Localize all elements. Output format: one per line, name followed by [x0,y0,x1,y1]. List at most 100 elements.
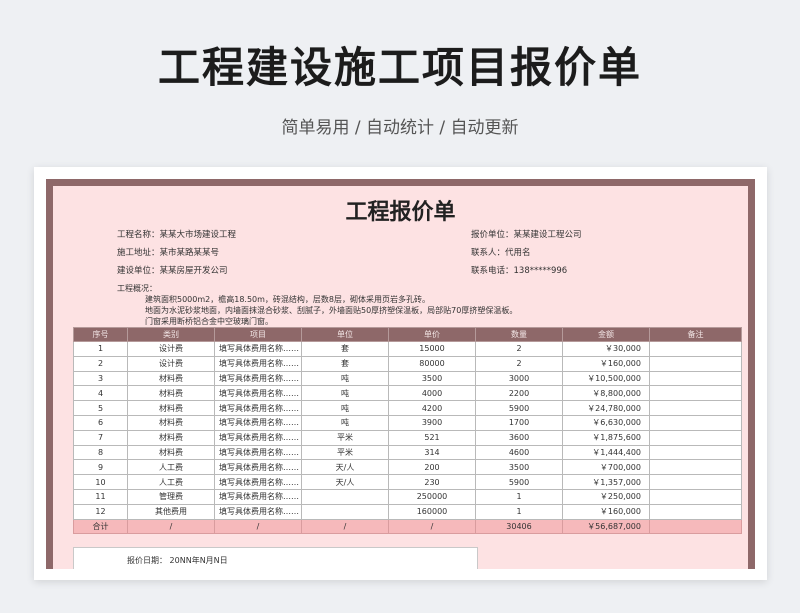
overview-line: 地面为水泥砂浆地面，内墙面抹混合砂浆、刮腻子，外墙面贴50厚挤塑保温板，局部贴7… [145,306,518,315]
column-header: 项目 [214,327,302,342]
table-row: 1 设计费 填写具体费用名称…… 套 15000 2 ￥30,000 [73,341,742,357]
quote-sheet: 工程报价单 工程名称：某某大市场建设工程 施工地址：某市某路某某号 建设单位：某… [46,179,755,569]
table-cell [649,518,742,535]
table-row: 2 设计费 填写具体费用名称…… 套 80000 2 ￥160,000 [73,355,742,372]
info-contact-person: 联系人：代用名 [471,248,531,258]
table-cell: / [127,518,215,535]
column-header: 单价 [388,327,476,342]
table-cell: 1 [475,503,563,520]
table-cell: 天/人 [301,459,389,476]
table-cell [649,400,742,416]
column-header: 序号 [73,327,128,342]
table-cell: ￥160,000 [562,503,650,520]
table-cell: 填写具体费用名称…… [214,414,302,431]
table-cell: 套 [301,341,389,357]
table-cell: 8 [73,444,128,461]
table-cell: 填写具体费用名称…… [214,400,302,416]
table-cell: / [214,518,302,535]
table-cell: 160000 [388,503,476,520]
table-cell: ￥1,444,400 [562,444,650,461]
table-cell: 11 [73,488,128,505]
table-cell: 吨 [301,400,389,416]
table-cell: 材料费 [127,429,215,446]
table-cell: ￥10,500,000 [562,370,650,387]
table-cell: 15000 [388,341,476,357]
table-cell: ￥30,000 [562,341,650,357]
column-header: 备注 [649,327,742,342]
table-cell [301,503,389,520]
table-cell: 9 [73,459,128,476]
table-row: 3 材料费 填写具体费用名称…… 吨 3500 3000 ￥10,500,000 [73,370,742,387]
table-cell: 3500 [388,370,476,387]
table-cell: 管理费 [127,488,215,505]
table-row: 9 人工费 填写具体费用名称…… 天/人 200 3500 ￥700,000 [73,459,742,476]
table-cell: ￥160,000 [562,355,650,372]
table-cell: 2 [73,355,128,372]
table-cell [649,370,742,387]
table-cell: 填写具体费用名称…… [214,444,302,461]
table-row: 4 材料费 填写具体费用名称…… 吨 4000 2200 ￥8,800,000 [73,385,742,402]
table-cell: 314 [388,444,476,461]
table-cell: 30406 [475,518,563,535]
table-cell: 材料费 [127,370,215,387]
table-cell: 6 [73,414,128,431]
table-cell: 2 [475,341,563,357]
table-cell: 230 [388,474,476,490]
table-cell: 套 [301,355,389,372]
table-cell: 4600 [475,444,563,461]
table-cell: 填写具体费用名称…… [214,429,302,446]
table-cell: 3600 [475,429,563,446]
table-cell: ￥1,357,000 [562,474,650,490]
table-header-row: 序号 类别 项目 单位 单价 数量 金额 备注 [73,327,742,342]
table-cell: 4200 [388,400,476,416]
info-developer: 建设单位：某某房屋开发公司 [117,266,228,276]
table-cell: / [301,518,389,535]
table-cell: / [388,518,476,535]
table-cell [649,474,742,490]
table-cell: 人工费 [127,459,215,476]
table-cell [649,429,742,446]
table-cell: ￥24,780,000 [562,400,650,416]
table-cell: 人工费 [127,474,215,490]
table-cell: 521 [388,429,476,446]
table-cell: 1700 [475,414,563,431]
table-cell: 平米 [301,444,389,461]
table-cell: 2200 [475,385,563,402]
table-cell: 3500 [475,459,563,476]
table-cell: 12 [73,503,128,520]
table-cell: 5 [73,400,128,416]
info-site-address: 施工地址：某市某路某某号 [117,248,220,258]
table-cell: ￥6,630,000 [562,414,650,431]
table-cell: ￥250,000 [562,488,650,505]
table-cell: 3900 [388,414,476,431]
table-cell [649,341,742,357]
table-cell: 吨 [301,414,389,431]
table-cell: ￥700,000 [562,459,650,476]
table-cell: 天/人 [301,474,389,490]
total-row: 合计 / / / / 30406 ￥56,687,000 [73,518,742,535]
table-row: 7 材料费 填写具体费用名称…… 平米 521 3600 ￥1,875,600 [73,429,742,446]
column-header: 类别 [127,327,215,342]
info-quoting-company: 报价单位：某某建设工程公司 [471,230,582,240]
table-cell [649,444,742,461]
table-cell: 设计费 [127,355,215,372]
overview-line: 建筑面积5000m2，檐高18.50m，砖混结构，层数8层，砌体采用页岩多孔砖。 [145,295,431,304]
table-cell: 材料费 [127,385,215,402]
overview-label: 工程概况： [117,284,157,293]
column-header: 金额 [562,327,650,342]
quote-date: 报价日期： 20NN年N月N日 [127,556,228,565]
table-cell: 合计 [73,518,128,535]
document-card: 工程报价单 工程名称：某某大市场建设工程 施工地址：某市某路某某号 建设单位：某… [34,167,767,580]
table-cell: 填写具体费用名称…… [214,503,302,520]
table-cell: 填写具体费用名称…… [214,474,302,490]
table-cell: 设计费 [127,341,215,357]
column-header: 单位 [301,327,389,342]
info-contact-phone: 联系电话：138*****996 [471,266,568,276]
table-row: 10 人工费 填写具体费用名称…… 天/人 230 5900 ￥1,357,000 [73,474,742,490]
table-cell: 4 [73,385,128,402]
table-cell: 填写具体费用名称…… [214,459,302,476]
table-cell: 平米 [301,429,389,446]
table-cell: 材料费 [127,444,215,461]
table-cell: 80000 [388,355,476,372]
table-cell [649,385,742,402]
